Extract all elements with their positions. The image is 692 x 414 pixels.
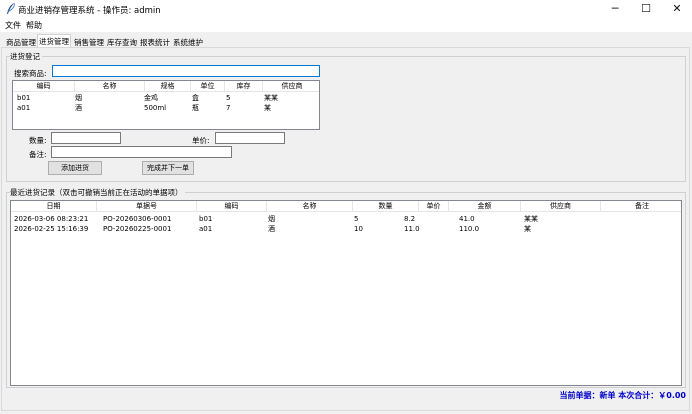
title-bar: 商业进销存管理系统 - 操作员: admin ─ ☐ ✕ <box>0 0 692 18</box>
record-quantity: 5 <box>354 215 359 223</box>
maximize-button[interactable]: ☐ <box>631 0 661 18</box>
search-input[interactable] <box>52 65 320 77</box>
product-name: 酒 <box>75 104 82 112</box>
record-amount: 41.0 <box>459 215 475 223</box>
product-spec: 金鸡 <box>144 94 158 102</box>
search-label: 搜索商品: <box>14 69 47 78</box>
col-spec[interactable]: 规格 <box>145 81 191 92</box>
record-date: 2026-02-25 15:16:39 <box>14 225 89 233</box>
product-row[interactable]: a01 酒 500ml 瓶 7 某 <box>13 103 319 113</box>
col-name[interactable]: 名称 <box>267 201 353 212</box>
col-quantity[interactable]: 数量 <box>353 201 419 212</box>
purchase-tab-panel: 进货登记 搜索商品: 编码 名称 规格 单位 库存 供应商 b01 烟 金鸡 盒… <box>1 47 690 411</box>
record-row[interactable]: 2026-03-06 08:23:21 PO-20260306-0001 b01… <box>11 214 681 224</box>
col-doc-no[interactable]: 单据号 <box>97 201 197 212</box>
note-input[interactable] <box>51 146 232 158</box>
price-label: 单价: <box>192 136 210 145</box>
note-label: 备注: <box>29 150 47 159</box>
col-stock[interactable]: 库存 <box>225 81 263 92</box>
menu-help[interactable]: 帮助 <box>26 20 42 31</box>
record-supplier: 某某 <box>524 215 538 223</box>
add-purchase-button[interactable]: 添加进货 <box>48 161 102 175</box>
product-name: 烟 <box>75 94 82 102</box>
product-list-header: 编码 名称 规格 单位 库存 供应商 <box>13 81 319 92</box>
quantity-label: 数量: <box>29 136 47 145</box>
col-amount[interactable]: 金额 <box>449 201 521 212</box>
feather-icon <box>7 3 15 14</box>
product-stock: 5 <box>226 94 231 102</box>
recent-records-header: 日期 单据号 编码 名称 数量 单价 金额 供应商 备注 <box>11 201 681 212</box>
product-list[interactable]: 编码 名称 规格 单位 库存 供应商 b01 烟 金鸡 盒 5 某某 a01 酒… <box>12 80 320 130</box>
recent-records-title: 最近进货记录（双击可撤销当前正在活动的单据项） <box>10 187 185 198</box>
tab-strip: 商品管理 进货管理 销售管理 库存查询 报表统计 系统维护 <box>0 34 692 48</box>
window-title: 商业进销存管理系统 - 操作员: admin <box>18 6 161 16</box>
record-amount: 110.0 <box>459 225 480 233</box>
product-unit: 瓶 <box>192 104 199 112</box>
close-button[interactable]: ✕ <box>662 0 692 18</box>
record-doc-no: PO-20260306-0001 <box>103 215 172 223</box>
product-supplier: 某 <box>264 104 271 112</box>
quantity-input[interactable] <box>51 132 121 144</box>
product-code: a01 <box>17 104 31 112</box>
status-summary: 当前单据：新单 本次合计：￥0.00 <box>559 391 686 400</box>
recent-records-table[interactable]: 日期 单据号 编码 名称 数量 单价 金额 供应商 备注 2026-03-06 … <box>10 200 682 386</box>
product-stock: 7 <box>226 104 231 112</box>
purchase-entry-title: 进货登记 <box>10 51 42 62</box>
record-doc-no: PO-20260225-0001 <box>103 225 172 233</box>
record-supplier: 某 <box>524 225 531 233</box>
col-unit[interactable]: 单位 <box>191 81 225 92</box>
finish-next-button[interactable]: 完成并下一单 <box>142 161 194 175</box>
record-name: 烟 <box>268 215 275 223</box>
tab-purchase-management[interactable]: 进货管理 <box>37 34 71 48</box>
menu-bar: 文件 帮助 <box>0 18 692 32</box>
record-name: 酒 <box>268 225 275 233</box>
record-date: 2026-03-06 08:23:21 <box>14 215 89 223</box>
product-row[interactable]: b01 烟 金鸡 盒 5 某某 <box>13 93 319 103</box>
price-input[interactable] <box>215 132 285 144</box>
product-unit: 盒 <box>192 94 199 102</box>
col-date[interactable]: 日期 <box>11 201 97 212</box>
product-supplier: 某某 <box>264 94 278 102</box>
record-code: b01 <box>199 215 213 223</box>
col-name[interactable]: 名称 <box>75 81 145 92</box>
record-quantity: 10 <box>354 225 363 233</box>
record-unit-price: 8.2 <box>404 215 416 223</box>
minimize-button[interactable]: ─ <box>600 0 630 18</box>
record-code: a01 <box>199 225 213 233</box>
product-code: b01 <box>17 94 31 102</box>
col-supplier[interactable]: 供应商 <box>521 201 601 212</box>
col-code[interactable]: 编码 <box>197 201 267 212</box>
product-spec: 500ml <box>144 104 167 112</box>
record-unit-price: 11.0 <box>404 225 420 233</box>
record-row[interactable]: 2026-02-25 15:16:39 PO-20260225-0001 a01… <box>11 224 681 234</box>
col-supplier[interactable]: 供应商 <box>263 81 319 92</box>
col-note[interactable]: 备注 <box>601 201 681 212</box>
menu-file[interactable]: 文件 <box>5 20 21 31</box>
col-unit-price[interactable]: 单价 <box>419 201 449 212</box>
col-code[interactable]: 编码 <box>13 81 75 92</box>
